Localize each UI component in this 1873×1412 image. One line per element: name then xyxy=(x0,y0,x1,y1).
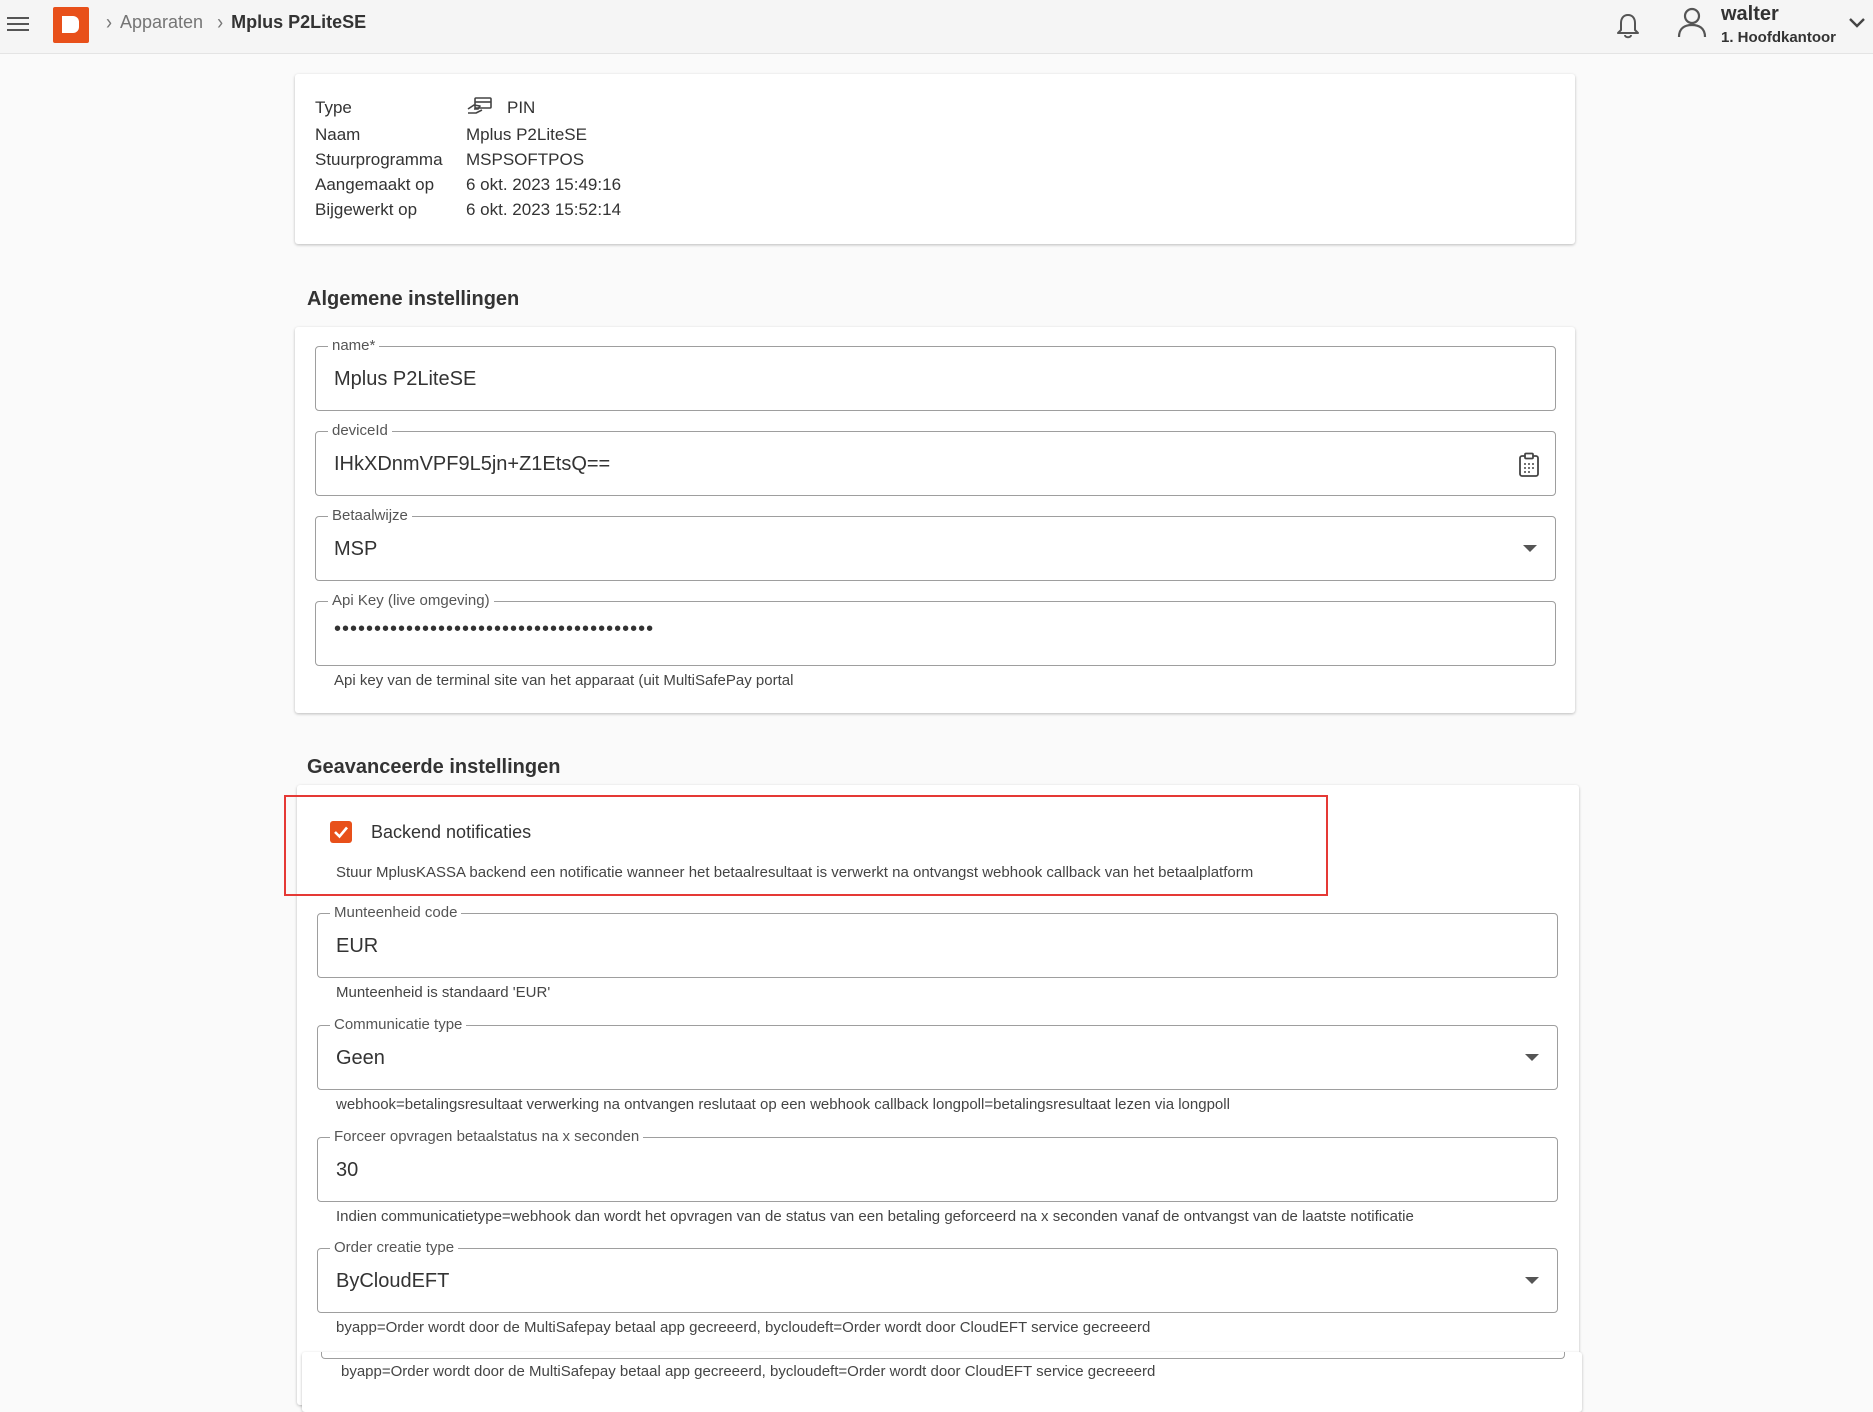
field-bottom-edge xyxy=(321,1352,1565,1359)
chevron-down-icon[interactable] xyxy=(1848,16,1866,30)
api-key-field[interactable]: Api Key (live omgeving) ••••••••••••••••… xyxy=(315,592,1556,666)
check-icon xyxy=(334,826,348,839)
device-info-card: Type PIN Naam Mplus P2LiteSE Stuurprogra… xyxy=(295,74,1575,244)
section-title-advanced: Geavanceerde instellingen xyxy=(307,756,561,778)
dropdown-arrow-icon[interactable] xyxy=(1523,545,1537,552)
section-title-general: Algemene instellingen xyxy=(307,288,520,310)
overlapping-settings-card: byapp=Order wordt door de MultiSafepay b… xyxy=(302,1352,1582,1412)
force-status-field[interactable]: Forceer opvragen betaalstatus na x secon… xyxy=(317,1128,1558,1202)
chevron-right-icon: › xyxy=(217,9,224,34)
dropdown-arrow-icon[interactable] xyxy=(1525,1277,1539,1284)
device-id-field[interactable]: deviceId IHkXDnmVPF9L5jn+Z1EtsQ== xyxy=(315,422,1556,496)
top-bar: › Apparaten › Mplus P2LiteSE walter 1. H… xyxy=(0,0,1873,54)
menu-icon[interactable] xyxy=(7,13,31,37)
breadcrumb-current: Mplus P2LiteSE xyxy=(231,12,367,32)
currency-hint: Munteenheid is standaard 'EUR' xyxy=(336,984,551,1001)
backend-notifications-label[interactable]: Backend notificaties xyxy=(371,822,531,843)
order-creation-hint: byapp=Order wordt door de MultiSafepay b… xyxy=(336,1319,1151,1336)
force-status-hint: Indien communicatietype=webhook dan word… xyxy=(336,1208,1414,1225)
api-key-hint: Api key van de terminal site van het app… xyxy=(334,672,794,689)
general-settings-card: name* Mplus P2LiteSE deviceId IHkXDnmVPF… xyxy=(295,327,1575,713)
clipboard-icon[interactable] xyxy=(1517,452,1541,478)
app-logo[interactable] xyxy=(53,7,89,43)
order-creation-hint-duplicate: byapp=Order wordt door de MultiSafepay b… xyxy=(341,1363,1156,1380)
chevron-right-icon: › xyxy=(106,9,112,34)
payment-hand-icon xyxy=(467,97,492,114)
bell-icon[interactable] xyxy=(1615,12,1641,40)
name-field[interactable]: name* Mplus P2LiteSE xyxy=(315,337,1556,411)
communication-type-select[interactable]: Communicatie type Geen xyxy=(317,1016,1558,1090)
backend-notifications-hint: Stuur MplusKASSA backend een notificatie… xyxy=(336,864,1254,881)
user-icon[interactable] xyxy=(1677,6,1707,38)
breadcrumb-apparaten[interactable]: Apparaten xyxy=(120,12,203,33)
communication-type-hint: webhook=betalingsresultaat verwerking na… xyxy=(336,1096,1230,1113)
user-name[interactable]: walter xyxy=(1721,3,1779,26)
order-creation-select[interactable]: Order creatie type ByCloudEFT xyxy=(317,1239,1558,1313)
user-branch[interactable]: 1. Hoofdkantoor xyxy=(1721,29,1836,46)
breadcrumb: › Apparaten › Mplus P2LiteSE xyxy=(106,9,367,34)
betaalwijze-select[interactable]: Betaalwijze MSP xyxy=(315,507,1556,581)
backend-notifications-checkbox[interactable] xyxy=(330,821,352,843)
dropdown-arrow-icon[interactable] xyxy=(1525,1054,1539,1061)
currency-field[interactable]: Munteenheid code EUR xyxy=(317,904,1558,978)
